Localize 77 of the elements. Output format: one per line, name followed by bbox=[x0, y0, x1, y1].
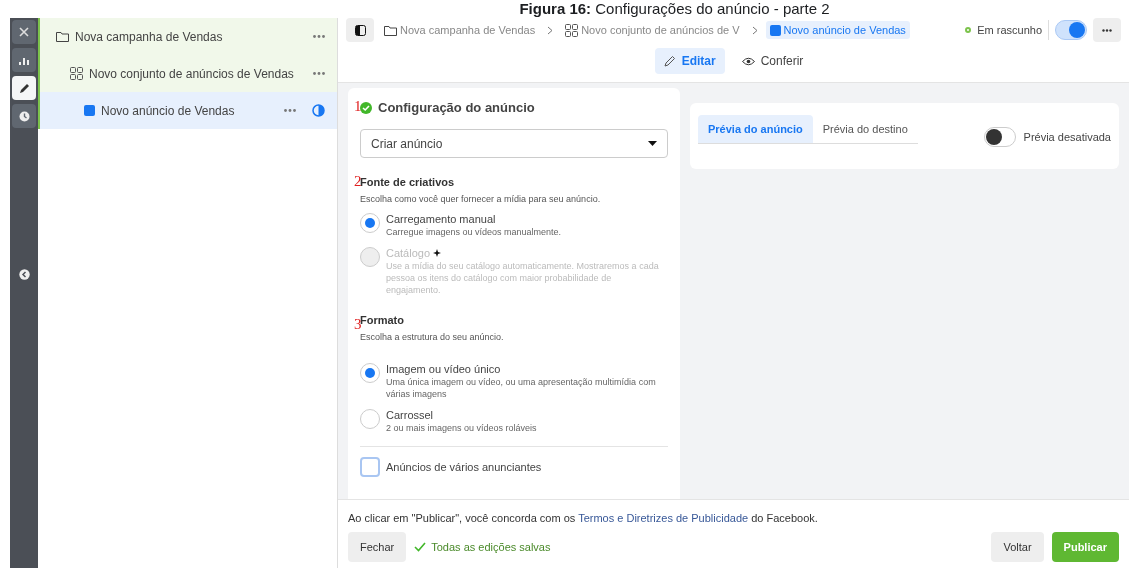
checkbox[interactable] bbox=[360, 457, 380, 477]
sidebar-icon bbox=[354, 24, 366, 36]
figure-caption: Figura 16: Configurações do anúncio - parte 2 bbox=[518, 0, 831, 18]
chevron-right-icon bbox=[751, 25, 758, 35]
preview-tab[interactable]: Prévia do anúncio bbox=[698, 115, 813, 144]
more-icon bbox=[313, 35, 325, 38]
annotation-number: 2 bbox=[354, 173, 362, 190]
tree-item[interactable]: Nova campanha de Vendas bbox=[38, 18, 337, 55]
option-description: Uma única imagem ou vídeo, ou uma apresentação multimídia com várias imagens bbox=[386, 376, 657, 400]
group-hint: Escolha a estrutura do seu anúncio. bbox=[360, 332, 505, 342]
tree-item-label: Nova campanha de Vendas bbox=[75, 29, 224, 44]
option-description: Carregue imagens ou vídeos manualmente. bbox=[386, 226, 562, 238]
radio-button[interactable] bbox=[360, 213, 380, 233]
group-title: Formato bbox=[360, 314, 405, 326]
close-button[interactable]: Fechar bbox=[348, 532, 407, 562]
grid-icon bbox=[565, 23, 579, 37]
option-description: 2 ou mais imagens ou vídeos roláveis bbox=[386, 422, 537, 434]
option-label: Catálogo bbox=[386, 247, 431, 259]
option-label: Carrossel bbox=[386, 409, 434, 421]
breadcrumb-link[interactable]: Novo anúncio de Vendas bbox=[765, 21, 910, 39]
option-label: Carregamento manual bbox=[386, 213, 496, 225]
more-button[interactable] bbox=[1093, 18, 1121, 42]
saved-status: Todas as edições salvas bbox=[431, 541, 551, 553]
back-button[interactable]: Voltar bbox=[991, 532, 1044, 562]
status-dot-icon bbox=[965, 27, 972, 33]
eye-icon bbox=[741, 56, 755, 66]
ad-square-icon bbox=[84, 105, 95, 116]
tree-item[interactable]: Novo conjunto de anúncios de Vendas bbox=[38, 55, 337, 92]
sidebar-toggle-button[interactable] bbox=[346, 18, 374, 42]
close-icon bbox=[19, 27, 29, 37]
status-label: Em rascunho bbox=[977, 24, 1042, 36]
breadcrumb-link[interactable]: Novo conjunto de anúncios de V bbox=[561, 20, 744, 40]
rail-button[interactable] bbox=[12, 104, 36, 128]
group-hint: Escolha como você quer fornecer a mídia para seu anúncio. bbox=[360, 194, 602, 204]
chevron-left-icon bbox=[18, 268, 30, 280]
preview-tab[interactable]: Prévia do destino bbox=[812, 115, 918, 144]
more-icon bbox=[313, 72, 325, 75]
folder-icon bbox=[56, 31, 69, 42]
tree-item[interactable]: Novo anúncio de Vendas bbox=[38, 92, 337, 129]
rail-button[interactable] bbox=[12, 20, 36, 44]
group-title: Fonte de criativos bbox=[360, 176, 456, 188]
ad-square-icon bbox=[769, 24, 781, 36]
rail-button[interactable] bbox=[12, 48, 36, 72]
clock-icon bbox=[18, 110, 30, 122]
preview-toggle-label: Prévia desativada bbox=[1023, 131, 1111, 143]
terms-link[interactable]: Termos e Diretrizes de Publicidade bbox=[578, 512, 749, 524]
pencil-icon bbox=[663, 55, 676, 67]
section-title: Configuração do anúncio bbox=[378, 100, 535, 115]
dropdown-value: Criar anúncio bbox=[371, 136, 443, 151]
sparkle-icon bbox=[433, 249, 442, 257]
tree-item-label: Novo anúncio de Vendas bbox=[101, 103, 236, 118]
bar-chart-icon bbox=[19, 55, 29, 65]
option-description: Use a mídia do seu catálogo automaticamente. Mostraremos a cada pessoa os itens do catálogo com maior probabilidade de engajamento. bbox=[386, 260, 660, 296]
half-circle-icon bbox=[312, 104, 325, 117]
pencil-icon bbox=[18, 82, 30, 94]
rail-button[interactable] bbox=[12, 76, 36, 100]
annotation-number: 1 bbox=[354, 98, 362, 115]
check-circle-icon bbox=[360, 101, 372, 114]
more-icon bbox=[284, 109, 296, 112]
radio-button[interactable] bbox=[360, 363, 380, 383]
chevron-right-icon bbox=[547, 25, 554, 35]
breadcrumb-link[interactable]: Nova campanha de Vendas bbox=[380, 21, 540, 39]
caret-down-icon bbox=[648, 141, 657, 146]
tree-item-label: Novo conjunto de anúncios de Vendas bbox=[89, 66, 295, 81]
mode-tab[interactable]: Editar bbox=[654, 48, 725, 74]
folder-icon bbox=[384, 24, 397, 36]
toggle-switch[interactable] bbox=[1055, 20, 1087, 40]
checkbox-label: Anúncios de vários anunciantes bbox=[386, 461, 542, 473]
preview-toggle[interactable] bbox=[983, 127, 1016, 147]
more-icon bbox=[1102, 28, 1112, 32]
terms-notice: Ao clicar em "Publicar", você concorda com os Termos e Diretrizes de Publicidade do Facebook. bbox=[348, 512, 819, 524]
checkmark-icon bbox=[414, 542, 427, 552]
radio-button[interactable] bbox=[360, 409, 380, 429]
mode-tab[interactable]: Conferir bbox=[732, 48, 813, 74]
dropdown[interactable]: Criar anúncio bbox=[360, 129, 668, 158]
option-label: Imagem ou vídeo único bbox=[386, 363, 501, 375]
grid-icon bbox=[70, 67, 83, 80]
